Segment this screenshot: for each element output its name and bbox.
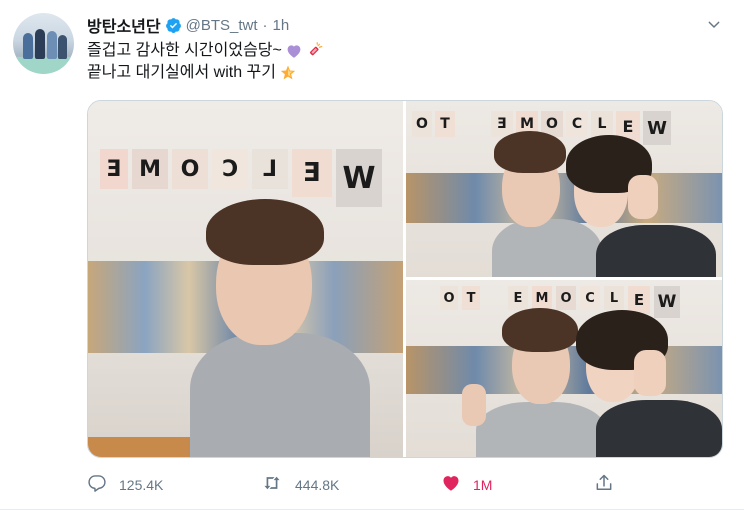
person-shirt	[596, 400, 722, 457]
banner-card: O	[412, 111, 432, 137]
tweet-text-line: 끝나고 대기실에서 with 꾸기	[87, 62, 324, 84]
banner-card: L	[591, 111, 613, 137]
tweet-actions: 125.4K 444.8K 1M	[87, 474, 647, 496]
banner-card: T	[462, 286, 480, 310]
banner-card: O	[172, 149, 208, 189]
banner-card: M	[532, 286, 552, 310]
share-button[interactable]	[594, 474, 614, 496]
more-options-chevron-down-icon[interactable]	[703, 14, 725, 36]
avatar-figure	[58, 35, 67, 59]
tweet-text: 즐겁고 감사한 시간이었슴당~ 끝나고 대기실에서 with 꾸기	[87, 40, 324, 84]
tweet-card[interactable]: 방탄소년단 @BTS_twt · 1h 즐겁고 감사한 시간이었슴당~ 끝나고 …	[0, 0, 744, 510]
banner-card: L	[252, 149, 288, 189]
retweet-count: 444.8K	[295, 477, 340, 493]
banner-card: O	[556, 286, 576, 310]
person-hair	[494, 131, 566, 173]
photo-duo-top[interactable]: O T E M O C L E W	[406, 101, 722, 277]
retweet-button[interactable]: 444.8K	[261, 474, 339, 496]
banner-card: E	[491, 111, 513, 137]
heart-filled-icon	[441, 473, 461, 498]
purple-heart-icon	[285, 42, 303, 60]
thumbs-up-hand	[462, 384, 486, 426]
poster-strip	[406, 173, 722, 223]
share-icon	[594, 473, 614, 498]
peace-sign-hand	[634, 350, 666, 396]
banner-card: C	[212, 149, 248, 189]
banner-card: E	[100, 149, 128, 189]
like-count: 1M	[473, 477, 493, 493]
tweet-text-line-2: 끝나고 대기실에서 with 꾸기	[87, 64, 276, 81]
person-shirt	[476, 402, 606, 457]
banner-card: C	[566, 111, 588, 137]
author-avatar[interactable]	[13, 13, 74, 74]
banner-gap	[484, 286, 504, 318]
banner-card: O	[440, 286, 458, 310]
banner-card: E	[292, 149, 332, 197]
person-shirt	[596, 225, 716, 277]
header-separator: ·	[262, 16, 268, 34]
reply-count: 125.4K	[119, 477, 164, 493]
verified-badge-icon	[165, 17, 182, 34]
retweet-icon	[261, 473, 283, 498]
banner-card: W	[654, 286, 680, 318]
tweet-text-line-1: 즐겁고 감사한 시간이었슴당~	[87, 42, 282, 59]
star-icon	[279, 64, 297, 82]
tweet-header: 방탄소년단 @BTS_twt · 1h	[87, 13, 290, 37]
author-display-name[interactable]: 방탄소년단	[87, 13, 161, 37]
person-hair	[206, 199, 324, 265]
tweet-timestamp[interactable]: 1h	[273, 17, 290, 34]
reply-button[interactable]: 125.4K	[87, 474, 163, 496]
person-hair	[502, 308, 578, 352]
banner-card: E	[508, 286, 528, 310]
avatar-figure	[47, 31, 57, 59]
firecracker-icon	[306, 42, 324, 60]
banner-card: T	[435, 111, 455, 137]
banner-card: W	[643, 111, 671, 145]
banner-card: L	[604, 286, 624, 310]
tweet-text-line: 즐겁고 감사한 시간이었슴당~	[87, 40, 324, 62]
avatar-floor	[13, 57, 74, 74]
like-button[interactable]: 1M	[441, 474, 492, 496]
avatar-figure	[35, 29, 45, 59]
person-shirt	[492, 219, 602, 277]
tweet-media-grid[interactable]: E M O C L E W O T E M O C L E W O T E M …	[87, 100, 723, 458]
reply-icon	[87, 473, 107, 498]
photo-duo-bottom[interactable]: O T E M O C L E W	[406, 280, 722, 457]
banner-gap	[458, 111, 488, 145]
banner-card: W	[336, 149, 382, 207]
banner-card: M	[132, 149, 168, 189]
person-shirt	[190, 333, 370, 457]
avatar-figure	[23, 33, 33, 59]
photo-selfie-main[interactable]: E M O C L E W	[88, 101, 403, 457]
author-handle[interactable]: @BTS_twt	[186, 17, 258, 34]
banner-card: C	[580, 286, 600, 310]
welcome-banner: E M O C L E W	[100, 149, 382, 207]
peace-sign-hand	[628, 175, 658, 219]
